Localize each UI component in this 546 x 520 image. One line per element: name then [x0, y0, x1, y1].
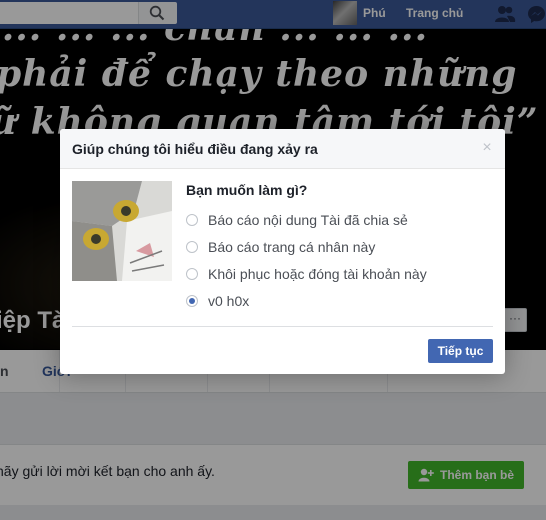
report-dialog: Giúp chúng tôi hiểu điều đang xảy ra × B…: [60, 129, 505, 374]
cartoon-cat-image: [72, 181, 172, 281]
dialog-question: Bạn muốn làm gì?: [186, 182, 308, 198]
option-label: Báo cáo nội dung Tài đã chia sẻ: [208, 212, 408, 228]
close-icon[interactable]: ×: [478, 139, 496, 157]
radio-button[interactable]: [186, 214, 198, 226]
radio-button[interactable]: [186, 268, 198, 280]
radio-button-selected[interactable]: [186, 295, 198, 307]
dialog-header: Giúp chúng tôi hiểu điều đang xảy ra ×: [60, 129, 505, 169]
option-report-profile[interactable]: Báo cáo trang cá nhân này: [186, 239, 375, 255]
option-label: Báo cáo trang cá nhân này: [208, 239, 376, 255]
dialog-divider: [72, 326, 493, 327]
continue-button[interactable]: Tiếp tục: [428, 339, 493, 363]
profile-thumbnail: [72, 181, 172, 281]
option-report-shared-content[interactable]: Báo cáo nội dung Tài đã chia sẻ: [186, 212, 408, 228]
option-custom[interactable]: v0 h0x: [186, 293, 249, 309]
option-label: v0 h0x: [208, 293, 250, 309]
dialog-title: Giúp chúng tôi hiểu điều đang xảy ra: [72, 141, 318, 157]
option-label: Khôi phục hoặc đóng tài khoản này: [208, 266, 427, 282]
radio-button[interactable]: [186, 241, 198, 253]
option-recover-or-close-account[interactable]: Khôi phục hoặc đóng tài khoản này: [186, 266, 427, 282]
